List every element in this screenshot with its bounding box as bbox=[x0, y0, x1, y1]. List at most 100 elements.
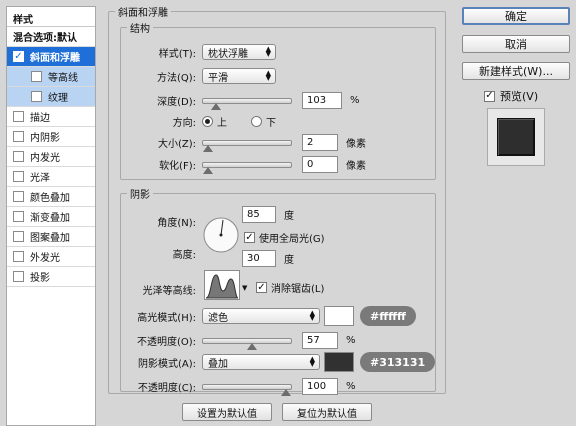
highlight-opacity-label: 不透明度(O): bbox=[136, 337, 196, 348]
style-list-label: 光泽 bbox=[30, 173, 50, 184]
direction-label: 方向: bbox=[172, 118, 196, 129]
angle-dial[interactable] bbox=[202, 216, 240, 254]
shadow-opacity-slider-thumb[interactable] bbox=[281, 388, 291, 396]
new-style-button[interactable]: 新建样式(W)... bbox=[462, 62, 570, 80]
style-checkbox[interactable] bbox=[31, 71, 42, 82]
style-list-item[interactable]: ✓ 斜面和浮雕 bbox=[7, 47, 95, 67]
global-light-checkbox[interactable]: ✓ bbox=[244, 232, 255, 243]
style-list-label: 颜色叠加 bbox=[30, 193, 70, 204]
style-list-item[interactable]: 描边 bbox=[7, 107, 95, 127]
depth-slider-thumb[interactable] bbox=[210, 102, 221, 110]
style-preview-thumbnail bbox=[487, 108, 545, 166]
style-list-item[interactable]: 纹理 bbox=[7, 87, 95, 107]
soften-slider-thumb[interactable] bbox=[203, 166, 213, 174]
depth-input[interactable]: 103 bbox=[302, 92, 342, 109]
direction-up-label: 上 bbox=[217, 118, 227, 129]
antialias-label: 消除锯齿(L) bbox=[271, 284, 325, 295]
preview-swatch bbox=[497, 118, 535, 156]
style-checkbox[interactable] bbox=[13, 191, 24, 202]
depth-slider[interactable] bbox=[202, 97, 292, 110]
shadow-opacity-slider[interactable] bbox=[202, 383, 292, 396]
size-label: 大小(Z): bbox=[157, 139, 196, 150]
direction-up-radio[interactable] bbox=[202, 116, 213, 127]
style-list-item[interactable]: 内阴影 bbox=[7, 127, 95, 147]
style-list-item[interactable]: 外发光 bbox=[7, 247, 95, 267]
bevel-emboss-title: 斜面和浮雕 bbox=[118, 8, 168, 19]
soften-unit: 像素 bbox=[346, 161, 366, 172]
shadow-opacity-input[interactable]: 100 bbox=[302, 378, 338, 395]
preview-label: 预览(V) bbox=[500, 90, 539, 103]
soften-label: 软化(F): bbox=[159, 161, 196, 172]
highlight-mode-value: 滤色 bbox=[208, 312, 228, 324]
style-checkbox[interactable] bbox=[13, 211, 24, 222]
altitude-input[interactable]: 30 bbox=[242, 250, 276, 267]
style-list-item[interactable]: 投影 bbox=[7, 267, 95, 287]
altitude-label: 高度: bbox=[172, 250, 196, 261]
soften-input[interactable]: 0 bbox=[302, 156, 338, 173]
style-list-label: 外发光 bbox=[30, 253, 60, 264]
style-checkbox[interactable] bbox=[13, 271, 24, 282]
soften-slider[interactable] bbox=[202, 161, 292, 174]
global-light-label: 使用全局光(G) bbox=[259, 234, 325, 245]
style-list-label: 内阴影 bbox=[30, 133, 60, 144]
style-checkbox[interactable]: ✓ bbox=[13, 51, 24, 62]
highlight-mode-select[interactable]: 滤色 ▲ ▼ bbox=[202, 308, 320, 324]
make-default-button[interactable]: 设置为默认值 bbox=[182, 403, 272, 421]
direction-down-label: 下 bbox=[266, 118, 276, 129]
styles-list: 样式 混合选项:默认 ✓ 斜面和浮雕 等高线 纹理 描边 内阴影 内发光 光泽 颜色叠加 渐变叠加图… bbox=[6, 6, 96, 426]
size-slider-thumb[interactable] bbox=[203, 144, 213, 152]
style-list-item[interactable]: 等高线 bbox=[7, 67, 95, 87]
gloss-contour-picker[interactable] bbox=[204, 270, 240, 300]
highlight-opacity-unit: % bbox=[346, 335, 356, 346]
highlight-opacity-input[interactable]: 57 bbox=[302, 332, 338, 349]
style-list-label: 纹理 bbox=[48, 93, 68, 104]
highlight-opacity-slider[interactable] bbox=[202, 337, 292, 350]
style-select[interactable]: 枕状浮雕 ▲ ▼ bbox=[202, 44, 276, 60]
bevel-emboss-panel: 斜面和浮雕 结构 样式(T): 枕状浮雕 ▲ ▼ 方法(Q): 平滑 ▲ ▼ 深度(… bbox=[108, 4, 448, 424]
direction-down-radio[interactable] bbox=[251, 116, 262, 127]
technique-select-value: 平滑 bbox=[208, 72, 228, 84]
shadow-mode-select[interactable]: 叠加 ▲ ▼ bbox=[202, 354, 320, 370]
shadow-mode-value: 叠加 bbox=[208, 358, 228, 370]
style-label: 样式(T): bbox=[158, 48, 196, 60]
size-input[interactable]: 2 bbox=[302, 134, 338, 151]
shadow-color-swatch[interactable] bbox=[324, 352, 354, 372]
highlight-opacity-slider-thumb[interactable] bbox=[247, 342, 258, 350]
highlight-color-badge: #ffffff bbox=[360, 306, 416, 326]
style-list-item[interactable]: 内发光 bbox=[7, 147, 95, 167]
style-checkbox[interactable] bbox=[13, 251, 24, 262]
preview-checkbox[interactable]: ✓ bbox=[484, 90, 495, 102]
depth-unit: % bbox=[350, 95, 360, 106]
style-list-item[interactable]: 图案叠加 bbox=[7, 227, 95, 247]
reset-default-button[interactable]: 复位为默认值 bbox=[282, 403, 372, 421]
gloss-contour-label: 光泽等高线: bbox=[142, 286, 196, 297]
contour-dropdown-icon[interactable]: ▼ bbox=[242, 284, 247, 292]
style-list-label: 投影 bbox=[30, 273, 50, 284]
antialias-checkbox[interactable]: ✓ bbox=[256, 282, 267, 293]
style-list-label: 斜面和浮雕 bbox=[30, 53, 80, 64]
updown-arrow-icon: ▲ ▼ bbox=[265, 45, 271, 58]
style-list-item[interactable]: 光泽 bbox=[7, 167, 95, 187]
style-list-label: 等高线 bbox=[48, 73, 78, 84]
technique-select[interactable]: 平滑 ▲ ▼ bbox=[202, 68, 276, 84]
style-list-label: 图案叠加 bbox=[30, 233, 70, 244]
style-checkbox[interactable] bbox=[31, 91, 42, 102]
style-list-item[interactable]: 颜色叠加 bbox=[7, 187, 95, 207]
style-list-item[interactable]: 混合选项:默认 bbox=[7, 27, 95, 47]
cancel-button[interactable]: 取消 bbox=[462, 35, 570, 53]
style-checkbox[interactable] bbox=[13, 111, 24, 122]
style-checkbox[interactable] bbox=[13, 231, 24, 242]
style-checkbox[interactable] bbox=[13, 131, 24, 142]
shadow-opacity-label: 不透明度(C): bbox=[137, 383, 196, 394]
style-list-label: 描边 bbox=[30, 113, 50, 124]
ok-button[interactable]: 确定 bbox=[462, 7, 570, 25]
style-checkbox[interactable] bbox=[13, 151, 24, 162]
angle-input[interactable]: 85 bbox=[242, 206, 276, 223]
updown-arrow-icon: ▲ ▼ bbox=[309, 309, 315, 322]
style-checkbox[interactable] bbox=[13, 171, 24, 182]
style-list-item[interactable]: 渐变叠加 bbox=[7, 207, 95, 227]
angle-unit: 度 bbox=[284, 211, 294, 222]
angle-label: 角度(N): bbox=[157, 218, 196, 229]
highlight-color-swatch[interactable] bbox=[324, 306, 354, 326]
size-slider[interactable] bbox=[202, 139, 292, 152]
